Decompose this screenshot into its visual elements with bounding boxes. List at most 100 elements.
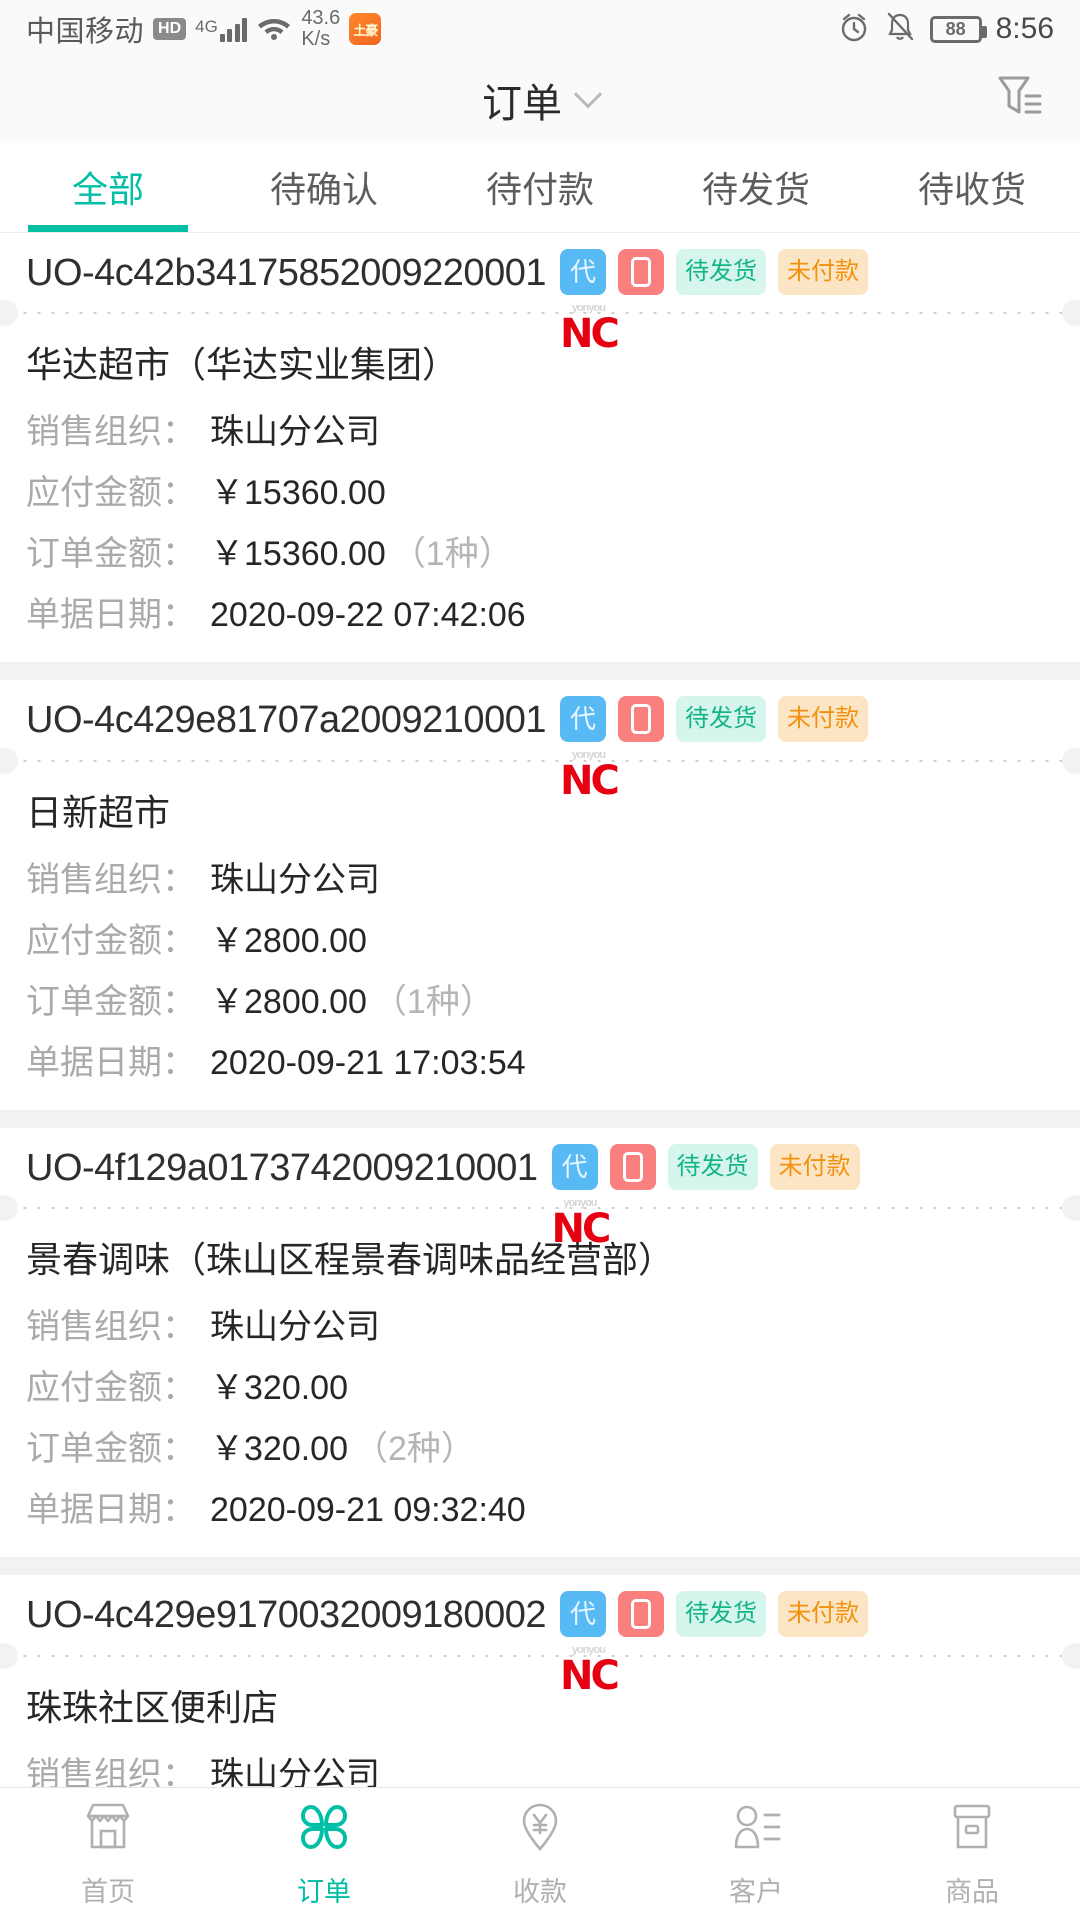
status-badge: 待发货 <box>667 1143 758 1190</box>
bottom-nav-payment-label: 收款 <box>513 1877 567 1907</box>
product-icon <box>943 1799 1001 1860</box>
payable-label: 应付金额： <box>26 1369 196 1408</box>
order-card[interactable]: UO-4f129a0173742009210001 代 待发货 未付款 yony… <box>0 1127 1080 1558</box>
payment-badge: 未付款 <box>769 1143 860 1190</box>
status-badge: 待发货 <box>675 249 766 295</box>
doc-date-row: 单据日期： 2020-09-21 17:03:54 <box>26 1035 1054 1084</box>
payment-badge: 未付款 <box>777 696 868 743</box>
doc-date-value: 2020-09-21 17:03:54 <box>210 1043 526 1082</box>
bottom-navigation[interactable]: 首页 订单 收款 客户 商品 <box>0 1787 1080 1920</box>
order-amount-row: 订单金额： ￥15360.00 （1种） <box>26 526 1054 575</box>
order-card[interactable]: UO-4c429e81707a2009210001 代 待发货 未付款 yony… <box>0 680 1080 1110</box>
bell-muted-icon <box>884 11 916 48</box>
app-notification-icon: 土豪 <box>349 13 382 45</box>
bottom-nav-product[interactable]: 商品 <box>864 1799 1080 1909</box>
order-list[interactable]: UO-4c42b34175852009220001 代 待发货 未付款 yony… <box>0 233 1080 1787</box>
bottom-nav-customer[interactable]: 客户 <box>648 1799 864 1909</box>
payable-value: ￥2800.00 <box>210 921 367 960</box>
order-badges: 代 待发货 未付款 yonyou NC <box>559 696 868 801</box>
battery-level: 88 <box>945 18 966 39</box>
order-amount-value: ￥15360.00 <box>210 535 386 574</box>
nc-logo-icon: yonyou NC <box>559 750 620 805</box>
customer-name: 珠珠社区便利店 <box>26 1686 279 1728</box>
sales-org-row: 销售组织： 珠山分公司 <box>26 852 1054 901</box>
payable-value: ￥15360.00 <box>210 474 386 513</box>
navigation-bar: 订单 <box>0 58 1080 141</box>
agent-badge: 代 <box>551 1143 598 1190</box>
order-card-header: UO-4c429e81707a2009210001 代 待发货 未付款 yony… <box>0 680 1080 801</box>
sales-org-label: 销售组织： <box>26 1308 196 1347</box>
tab-pending-payment[interactable]: 待付款 <box>432 141 648 232</box>
sales-org-row: 销售组织： 珠山分公司 <box>26 1747 1054 1787</box>
bottom-nav-orders-label: 订单 <box>297 1877 351 1907</box>
orders-icon <box>295 1799 353 1860</box>
customer-icon <box>727 1799 785 1860</box>
status-bar: 中国移动 HD 4G 43.6 K/s 土豪 88 8:56 <box>0 0 1080 58</box>
order-amount-row: 订单金额： ￥2800.00 （1种） <box>26 974 1054 1023</box>
payable-value: ￥320.00 <box>210 1369 348 1408</box>
card-divider <box>0 300 1080 327</box>
chevron-down-icon[interactable] <box>573 79 603 108</box>
mobile-icon <box>617 696 664 743</box>
sales-org-label: 销售组织： <box>26 860 196 899</box>
signal-bars-icon <box>219 17 248 42</box>
order-badges: 代 待发货 未付款 yonyou NC <box>559 249 868 354</box>
status-bar-left: 中国移动 HD 4G 43.6 K/s 土豪 <box>26 7 382 50</box>
bottom-nav-payment[interactable]: 收款 <box>432 1799 648 1909</box>
order-number: UO-4c429e81707a2009210001 <box>26 699 546 742</box>
order-kinds-value: （1种） <box>372 982 494 1021</box>
order-amount-label: 订单金额： <box>26 535 196 574</box>
payable-row: 应付金额： ￥2800.00 <box>26 913 1054 962</box>
order-amount-label: 订单金额： <box>26 1430 196 1469</box>
speed-value: 43.6 <box>301 7 341 29</box>
doc-date-label: 单据日期： <box>26 596 196 635</box>
order-number: UO-4c429e9170032009180002 <box>26 1594 546 1637</box>
order-status-tabs[interactable]: 全部 待确认 待付款 待发货 待收货 <box>0 141 1080 233</box>
order-amount-value: ￥320.00 <box>210 1430 348 1469</box>
order-card[interactable]: UO-4c42b34175852009220001 代 待发货 未付款 yony… <box>0 233 1080 663</box>
payable-label: 应付金额： <box>26 474 196 513</box>
order-number: UO-4c42b34175852009220001 <box>26 252 546 294</box>
sales-org-label: 销售组织： <box>26 413 196 452</box>
order-card[interactable]: UO-4c429e9170032009180002 代 待发货 未付款 yony… <box>0 1575 1080 1787</box>
filter-button[interactable] <box>990 70 1044 129</box>
network-type-icon: 4G <box>195 16 248 42</box>
sales-org-value: 珠山分公司 <box>210 413 380 452</box>
doc-date-row: 单据日期： 2020-09-22 07:42:06 <box>26 587 1054 636</box>
clock-label: 8:56 <box>995 12 1054 45</box>
tab-pending-shipment[interactable]: 待发货 <box>648 141 864 232</box>
tab-pending-receipt[interactable]: 待收货 <box>864 141 1080 232</box>
sales-org-row: 销售组织： 珠山分公司 <box>26 1299 1054 1348</box>
tab-pending-confirm[interactable]: 待确认 <box>216 141 432 232</box>
order-badges: 代 待发货 未付款 yonyou NC <box>559 1591 868 1696</box>
payment-badge: 未付款 <box>777 249 868 295</box>
order-card-header: UO-4c42b34175852009220001 代 待发货 未付款 yony… <box>0 233 1080 354</box>
status-bar-right: 88 8:56 <box>838 11 1054 48</box>
nc-logo-main: NC <box>559 758 620 805</box>
payable-row: 应付金额： ￥320.00 <box>26 1360 1054 1409</box>
order-badges: 代 待发货 未付款 yonyou NC <box>551 1143 860 1249</box>
page-title[interactable]: 订单 <box>482 71 562 129</box>
alarm-icon <box>838 11 870 48</box>
sales-org-row: 销售组织： 珠山分公司 <box>26 404 1054 453</box>
customer-name: 景春调味（珠山区程景春调味品经营部） <box>26 1239 675 1281</box>
bottom-nav-home[interactable]: 首页 <box>0 1799 216 1909</box>
card-divider <box>0 1195 1080 1222</box>
payment-icon <box>511 1799 569 1860</box>
nc-logo-icon: yonyou NC <box>559 303 620 357</box>
sales-org-value: 珠山分公司 <box>210 860 380 899</box>
customer-name: 华达超市（华达实业集团） <box>26 344 459 386</box>
store-icon <box>79 1799 137 1860</box>
agent-badge: 代 <box>559 696 606 743</box>
tab-all[interactable]: 全部 <box>0 141 216 232</box>
nc-logo-main: NC <box>559 311 620 357</box>
network-type-label: 4G <box>195 16 218 36</box>
battery-icon: 88 <box>929 15 987 43</box>
wifi-icon <box>256 13 292 46</box>
order-card-body: 景春调味（珠山区程景春调味品经营部） 销售组织： 珠山分公司 应付金额： ￥32… <box>0 1209 1080 1557</box>
nc-logo-icon: yonyou NC <box>552 1197 612 1249</box>
bottom-nav-orders[interactable]: 订单 <box>216 1799 432 1909</box>
sales-org-value: 珠山分公司 <box>210 1308 380 1347</box>
doc-date-value: 2020-09-21 09:32:40 <box>210 1491 526 1530</box>
payment-badge: 未付款 <box>777 1591 868 1638</box>
